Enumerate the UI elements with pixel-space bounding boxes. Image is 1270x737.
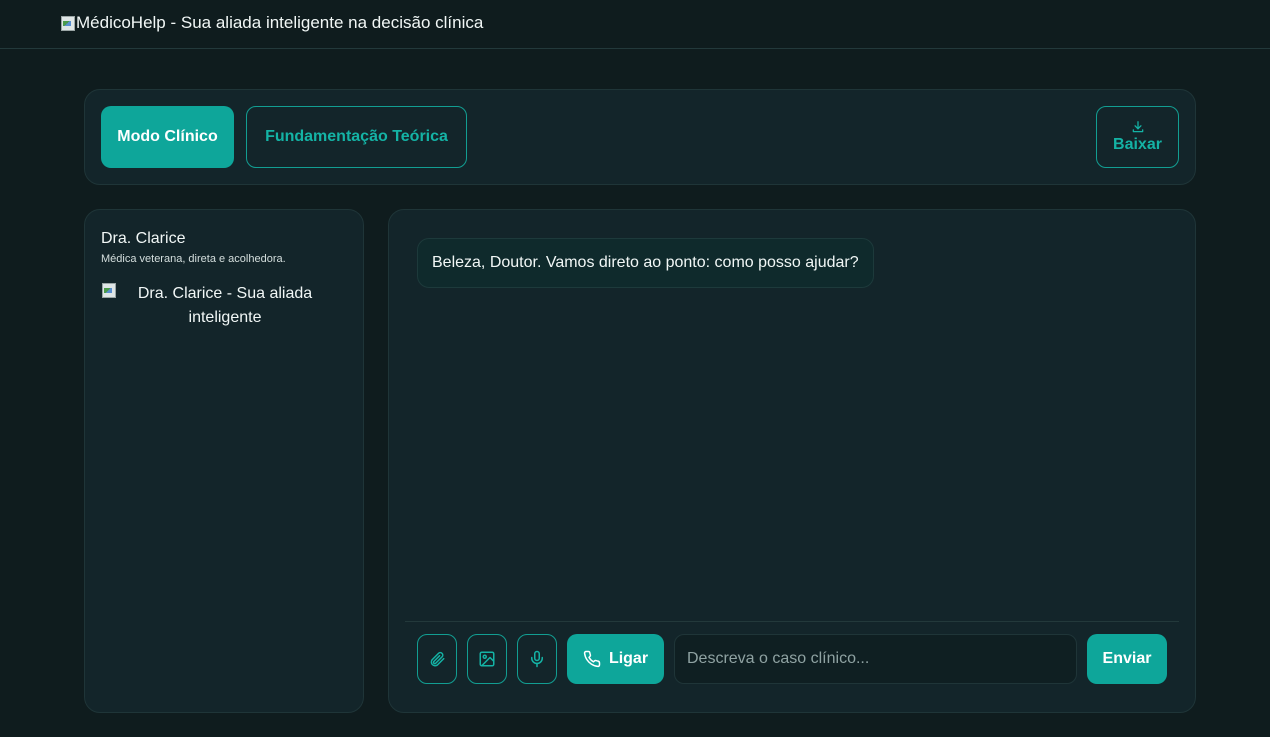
assistant-message: Beleza, Doutor. Vamos direto ao ponto: c… [417, 238, 874, 288]
chat-panel: Beleza, Doutor. Vamos direto ao ponto: c… [388, 209, 1196, 713]
send-button[interactable]: Enviar [1087, 634, 1167, 684]
clinical-mode-button[interactable]: Modo Clínico [101, 106, 234, 168]
persona-description: Médica veterana, direta e acolhedora. [101, 253, 286, 265]
paperclip-icon [430, 651, 445, 667]
download-label: Baixar [1113, 136, 1162, 153]
broken-image-icon [101, 282, 117, 298]
broken-image-icon [60, 15, 76, 31]
persona-avatar: Dra. Clarice - Sua aliada inteligente [101, 282, 349, 330]
persona-name: Dra. Clarice [101, 230, 186, 247]
mode-toolbar: Modo Clínico Fundamentação Teórica Baixa… [84, 89, 1196, 185]
download-button[interactable]: Baixar [1096, 106, 1179, 168]
image-icon [479, 651, 495, 667]
persona-avatar-alt-text: Dra. Clarice - Sua aliada inteligente [137, 285, 313, 326]
attach-image-button[interactable] [467, 634, 507, 684]
logo-alt-text: MédicoHelp - Sua aliada inteligente na d… [76, 13, 484, 32]
attach-file-button[interactable] [417, 634, 457, 684]
top-bar: MédicoHelp - Sua aliada inteligente na d… [0, 0, 1270, 49]
microphone-icon [531, 650, 543, 668]
call-label: Ligar [608, 650, 649, 667]
case-description-input[interactable] [674, 634, 1077, 684]
voice-record-button[interactable] [517, 634, 557, 684]
app-logo[interactable]: MédicoHelp - Sua aliada inteligente na d… [60, 13, 483, 33]
persona-panel: Dra. Clarice Médica veterana, direta e a… [84, 209, 364, 713]
theory-mode-button[interactable]: Fundamentação Teórica [246, 106, 467, 168]
download-icon [1132, 121, 1143, 133]
call-button[interactable]: Ligar [567, 634, 664, 684]
composer-divider [405, 621, 1179, 622]
phone-icon [583, 650, 601, 668]
